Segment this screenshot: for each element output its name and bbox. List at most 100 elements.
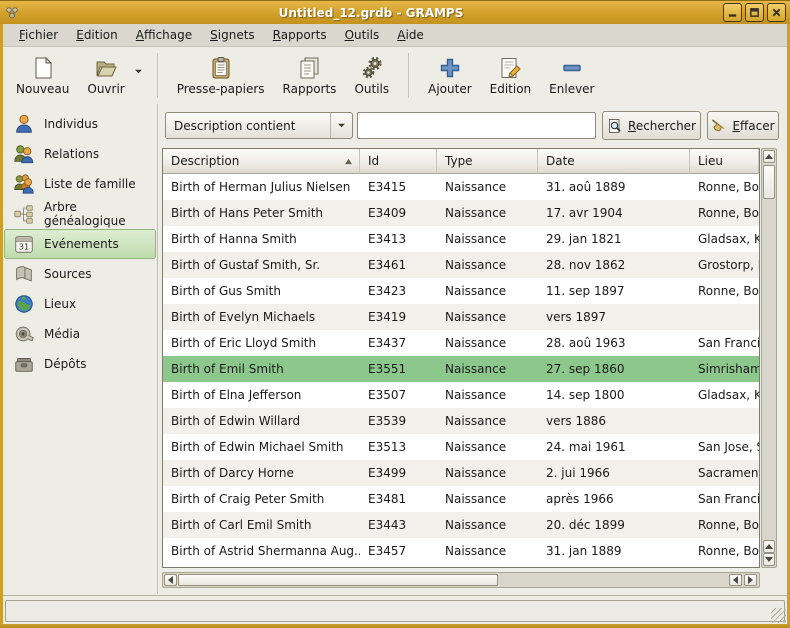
toolbar-presse-papiers-button[interactable]: Presse-papiers [168, 53, 274, 99]
clear-button[interactable]: Effacer [707, 111, 779, 140]
menu-signets[interactable]: Signets [201, 26, 264, 44]
table-row[interactable]: Birth of Craig Peter SmithE3481Naissance… [163, 486, 759, 512]
toolbar-group-enlever: Enlever [540, 47, 603, 104]
scroll-left-secondary-button[interactable] [729, 574, 742, 586]
minimize-button[interactable] [723, 3, 742, 22]
cell-description: Birth of Hanna Smith [163, 232, 360, 246]
sidebar-item-relations[interactable]: Relations [4, 139, 156, 169]
sidebar-item-individus[interactable]: Individus [4, 109, 156, 139]
cell-date: 31. aoû 1889 [538, 180, 690, 194]
sidebar-item-sources[interactable]: Sources [4, 259, 156, 289]
column-header-type[interactable]: Type [437, 149, 538, 174]
sidebar-item-label: Relations [44, 147, 99, 161]
scroll-up-secondary-button[interactable] [763, 540, 775, 553]
status-message [5, 600, 785, 622]
menu-edition[interactable]: Edition [67, 26, 127, 44]
scroll-left-button[interactable] [164, 574, 177, 586]
column-header-date[interactable]: Date [538, 149, 690, 174]
vertical-scrollbar[interactable] [761, 148, 777, 568]
column-header-label: Type [445, 154, 473, 168]
toolbar-rapports-button[interactable]: Rapports [274, 53, 346, 99]
cell-lieu: San Jose, S [690, 440, 759, 454]
toolbar-enlever-button[interactable]: Enlever [540, 53, 603, 99]
maximize-button[interactable] [745, 3, 764, 22]
sidebar-item-label: Média [44, 327, 80, 341]
column-header-description[interactable]: Description [163, 149, 360, 174]
toolbar-ouvrir-dropdown-button[interactable] [134, 68, 147, 75]
svg-text:31: 31 [19, 242, 30, 252]
toolbar-group-ouvrir: Ouvrir [78, 47, 146, 104]
title-bar[interactable]: Untitled_12.grdb - GRAMPS [0, 0, 790, 24]
column-header-lieu[interactable]: Lieu [690, 149, 759, 174]
toolbar-edition-label: Edition [490, 82, 532, 96]
toolbar: Nouveau Ouvrir Presse-papiers RapportsOutil… [3, 47, 787, 104]
column-header-id[interactable]: Id [360, 149, 437, 174]
scroll-down-button[interactable] [763, 553, 775, 566]
cell-description: Birth of Edwin Willard [163, 414, 360, 428]
cell-description: Birth of Hans Peter Smith [163, 206, 360, 220]
cell-type: Naissance [437, 232, 538, 246]
search-button[interactable]: Rechercher [602, 111, 701, 140]
table-row[interactable]: Birth of Darcy HorneE3499Naissance2. jui… [163, 460, 759, 486]
table-row[interactable]: Birth of Astrid Shermanna Aug...E3457Nai… [163, 538, 759, 564]
two-persons-icon [13, 143, 35, 165]
sidebar-item-ev-nements[interactable]: 31Evénements [4, 229, 156, 259]
scroll-right-button[interactable] [744, 574, 757, 586]
toolbar-group-rapports: Rapports [274, 47, 346, 104]
menu-aide[interactable]: Aide [388, 26, 433, 44]
table-header-row: DescriptionId Type DateLieu [163, 149, 759, 174]
table-row[interactable]: Birth of Elna JeffersonE3507Naissance14.… [163, 382, 759, 408]
menu-affichage[interactable]: Affichage [127, 26, 201, 44]
sort-ascending-icon [344, 158, 353, 165]
sidebar-item-arbre-g-n-alogique[interactable]: Arbre généalogique [4, 199, 156, 229]
search-input[interactable] [357, 112, 596, 139]
cell-lieu: Ronne, Born [690, 518, 759, 532]
horizontal-scrollbar[interactable] [162, 572, 760, 588]
horizontal-scroll-thumb[interactable] [178, 574, 498, 586]
cell-lieu: Sacrament [690, 466, 759, 480]
scroll-up-button[interactable] [763, 150, 775, 163]
cell-type: Naissance [437, 258, 538, 272]
close-button[interactable] [767, 3, 786, 22]
sidebar-item-lieux[interactable]: Lieux [4, 289, 156, 319]
toolbar-ouvrir-button[interactable]: Ouvrir [78, 53, 133, 99]
table-row[interactable]: Birth of Hanna SmithE3413Naissance29. ja… [163, 226, 759, 252]
menu-fichier[interactable]: Fichier [10, 26, 67, 44]
table-row[interactable]: Birth of Evelyn MichaelsE3419Naissanceve… [163, 304, 759, 330]
cell-lieu: San Francis [690, 336, 759, 350]
table-row[interactable]: Birth of Hans Peter SmithE3409Naissance1… [163, 200, 759, 226]
menu-bar: FichierEditionAffichageSignetsRapportsOu… [0, 24, 790, 47]
filter-field-select[interactable]: Description contient [165, 112, 353, 139]
cell-date: 27. sep 1860 [538, 362, 690, 376]
clear-button-label: Effacer [732, 119, 774, 133]
resize-grip[interactable] [771, 608, 786, 623]
toolbar-nouveau-button[interactable]: Nouveau [7, 53, 78, 99]
table-row[interactable]: Birth of Gus SmithE3423Naissance11. sep … [163, 278, 759, 304]
sidebar-item-m-dia[interactable]: Média [4, 319, 156, 349]
table-row[interactable]: Birth of Gustaf Smith, Sr.E3461Naissance… [163, 252, 759, 278]
table-row[interactable]: Birth of Eric Lloyd SmithE3437Naissance2… [163, 330, 759, 356]
cell-description: Birth of Emil Smith [163, 362, 360, 376]
menu-rapports[interactable]: Rapports [264, 26, 336, 44]
toolbar-outils-button[interactable]: Outils [345, 53, 398, 99]
table-row[interactable]: Birth of Carl Emil SmithE3443Naissance20… [163, 512, 759, 538]
cell-type: Naissance [437, 180, 538, 194]
menu-outils[interactable]: Outils [336, 26, 389, 44]
table-row[interactable]: Birth of Herman Julius NielsenE3415Naiss… [163, 174, 759, 200]
vertical-scroll-thumb[interactable] [763, 165, 775, 199]
cell-date: 31. jan 1889 [538, 544, 690, 558]
sidebar-item-liste-de-famille[interactable]: Liste de famille [4, 169, 156, 199]
cell-date: 29. jan 1821 [538, 232, 690, 246]
toolbar-ajouter-button[interactable]: Ajouter [419, 53, 481, 99]
sidebar-item-d-p-ts[interactable]: Dépôts [4, 349, 156, 379]
table-row[interactable]: Birth of Edwin WillardE3539Naissancevers… [163, 408, 759, 434]
table-row[interactable]: Birth of Edwin Michael SmithE3513Naissan… [163, 434, 759, 460]
toolbar-edition-button[interactable]: Edition [481, 53, 541, 99]
cell-description: Birth of Gus Smith [163, 284, 360, 298]
toolbar-ouvrir-label: Ouvrir [87, 82, 124, 96]
cell-description: Birth of Eric Lloyd Smith [163, 336, 360, 350]
toolbar-presse-papiers-label: Presse-papiers [177, 82, 265, 96]
cell-id: E3437 [360, 336, 437, 350]
cell-description: Birth of Craig Peter Smith [163, 492, 360, 506]
table-row[interactable]: Birth of Emil SmithE3551Naissance27. sep… [163, 356, 759, 382]
